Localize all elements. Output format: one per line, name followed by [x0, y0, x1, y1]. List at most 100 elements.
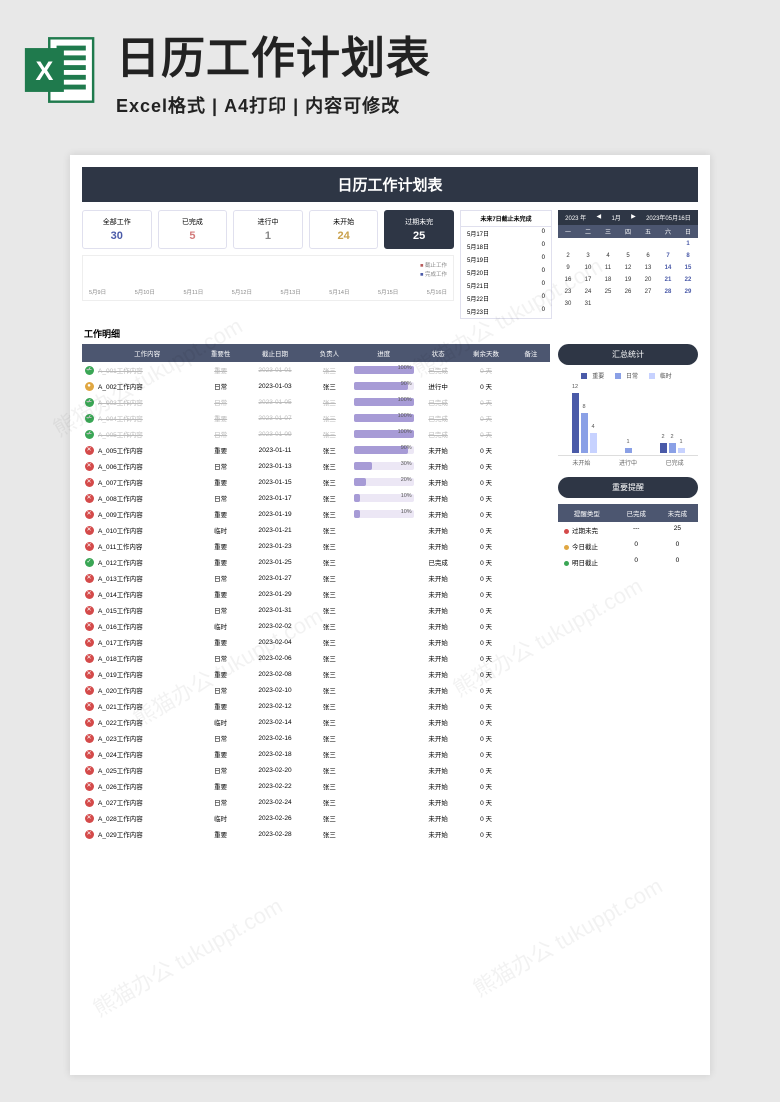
table-row[interactable]: ✕A_007工作内容重要2023-01-15张三20%未开始0 天	[82, 474, 550, 490]
table-row[interactable]: ✕A_026工作内容重要2023-02-22张三未开始0 天	[82, 778, 550, 794]
calendar-day[interactable]: 4	[598, 250, 618, 262]
upcoming-body: 5月17日05月18日05月19日05月20日05月21日05月22日05月23…	[461, 227, 551, 318]
calendar-day[interactable]: 23	[558, 286, 578, 298]
task-table: 工作内容重要性截止日期负责人进度状态剩余天数备注 ✓A_001工作内容重要202…	[82, 344, 550, 842]
summary-xaxis: 未开始进行中已完成	[558, 458, 698, 467]
calendar-day[interactable]: 27	[638, 286, 658, 298]
calendar-prev-icon[interactable]: ◀	[597, 213, 602, 222]
calendar-day[interactable]: 2	[558, 250, 578, 262]
status-icon: ✓	[85, 414, 94, 423]
calendar-day[interactable]: 9	[558, 262, 578, 274]
calendar-day[interactable]: 5	[618, 250, 638, 262]
dashboard-row: 全部工作 30 已完成 5 进行中 1 未开始 24 过期未完 25	[82, 210, 698, 319]
summary-title[interactable]: 汇总统计	[558, 344, 698, 365]
calendar-day[interactable]: 15	[678, 262, 698, 274]
reminder-row: 明日截止00	[558, 554, 698, 570]
reminder-row: 今日截止00	[558, 538, 698, 554]
calendar-day[interactable]: 19	[618, 274, 638, 286]
reminder-title[interactable]: 重要提醒	[558, 477, 698, 498]
calendar-day[interactable]: 24	[578, 286, 598, 298]
table-row[interactable]: ✕A_011工作内容重要2023-01-23张三未开始0 天	[82, 538, 550, 554]
status-icon: ✕	[85, 686, 94, 695]
table-row[interactable]: ✕A_020工作内容日常2023-02-10张三未开始0 天	[82, 682, 550, 698]
upcoming-row: 5月20日0	[461, 266, 551, 279]
table-row[interactable]: ✓A_012工作内容重要2023-01-25张三已完成0 天	[82, 554, 550, 570]
calendar-day[interactable]: 16	[558, 274, 578, 286]
stat-total: 全部工作 30	[82, 210, 152, 249]
table-row[interactable]: ✕A_018工作内容日常2023-02-06张三未开始0 天	[82, 650, 550, 666]
calendar-day[interactable]: 21	[658, 274, 678, 286]
upcoming-row: 5月21日0	[461, 279, 551, 292]
table-row[interactable]: ✕A_025工作内容日常2023-02-20张三未开始0 天	[82, 762, 550, 778]
calendar-day[interactable]: 20	[638, 274, 658, 286]
status-icon: ✕	[85, 526, 94, 535]
stat-notstart: 未开始 24	[309, 210, 379, 249]
calendar-grid: 1234567891011121314151617181920212223242…	[558, 238, 698, 310]
status-icon: ✕	[85, 766, 94, 775]
table-row[interactable]: ●A_002工作内容日常2023-01-03张三90%进行中0 天	[82, 378, 550, 394]
calendar-day[interactable]: 17	[578, 274, 598, 286]
upcoming-row: 5月18日0	[461, 240, 551, 253]
stat-value: 24	[310, 230, 378, 242]
table-row[interactable]: ✕A_029工作内容重要2023-02-28张三未开始0 天	[82, 826, 550, 842]
calendar-day	[558, 238, 578, 250]
table-row[interactable]: ✕A_008工作内容日常2023-01-17张三10%未开始0 天	[82, 490, 550, 506]
table-row[interactable]: ✓A_004工作内容重要2023-01-07张三100%已完成0 天	[82, 410, 550, 426]
table-row[interactable]: ✕A_016工作内容临时2023-02-02张三未开始0 天	[82, 618, 550, 634]
table-row[interactable]: ✕A_013工作内容日常2023-01-27张三未开始0 天	[82, 570, 550, 586]
table-row[interactable]: ✕A_006工作内容日常2023-01-13张三30%未开始0 天	[82, 458, 550, 474]
calendar-day[interactable]: 30	[558, 298, 578, 310]
upcoming-row: 5月23日0	[461, 305, 551, 318]
table-row[interactable]: ✓A_005工作内容日常2023-01-09张三100%已完成0 天	[82, 426, 550, 442]
calendar-day[interactable]: 1	[678, 238, 698, 250]
calendar-day[interactable]: 11	[598, 262, 618, 274]
calendar-day[interactable]: 8	[678, 250, 698, 262]
table-row[interactable]: ✕A_017工作内容重要2023-02-04张三未开始0 天	[82, 634, 550, 650]
calendar-day[interactable]: 6	[638, 250, 658, 262]
status-icon: ✓	[85, 398, 94, 407]
calendar-day[interactable]: 3	[578, 250, 598, 262]
calendar-day[interactable]: 31	[578, 298, 598, 310]
table-row[interactable]: ✕A_022工作内容临时2023-02-14张三未开始0 天	[82, 714, 550, 730]
calendar-day[interactable]: 25	[598, 286, 618, 298]
table-row[interactable]: ✕A_010工作内容临时2023-01-21张三未开始0 天	[82, 522, 550, 538]
table-row[interactable]: ✕A_024工作内容重要2023-02-18张三未开始0 天	[82, 746, 550, 762]
summary-chart: 12841221	[558, 384, 698, 456]
calendar-day[interactable]: 10	[578, 262, 598, 274]
calendar-day[interactable]: 12	[618, 262, 638, 274]
table-row[interactable]: ✕A_021工作内容重要2023-02-12张三未开始0 天	[82, 698, 550, 714]
table-row[interactable]: ✕A_028工作内容临时2023-02-26张三未开始0 天	[82, 810, 550, 826]
status-icon: ✓	[85, 430, 94, 439]
calendar-day[interactable]: 29	[678, 286, 698, 298]
calendar-date: 2023年05月16日	[646, 213, 691, 222]
status-icon: ✕	[85, 830, 94, 839]
calendar-day[interactable]: 28	[658, 286, 678, 298]
table-row[interactable]: ✕A_023工作内容日常2023-02-16张三未开始0 天	[82, 730, 550, 746]
calendar-day[interactable]: 14	[658, 262, 678, 274]
table-row[interactable]: ✕A_014工作内容重要2023-01-29张三未开始0 天	[82, 586, 550, 602]
stat-cards: 全部工作 30 已完成 5 进行中 1 未开始 24 过期未完 25	[82, 210, 454, 249]
status-icon: ✕	[85, 542, 94, 551]
calendar-day[interactable]: 22	[678, 274, 698, 286]
table-row[interactable]: ✓A_003工作内容日常2023-01-05张三100%已完成0 天	[82, 394, 550, 410]
calendar-day	[598, 238, 618, 250]
calendar-next-icon[interactable]: ▶	[631, 213, 636, 222]
calendar-day	[598, 298, 618, 310]
calendar-day[interactable]: 13	[638, 262, 658, 274]
calendar-day[interactable]: 18	[598, 274, 618, 286]
table-row[interactable]: ✕A_015工作内容日常2023-01-31张三未开始0 天	[82, 602, 550, 618]
calendar-day[interactable]: 7	[658, 250, 678, 262]
table-row[interactable]: ✕A_009工作内容重要2023-01-19张三10%未开始0 天	[82, 506, 550, 522]
calendar-day[interactable]: 26	[618, 286, 638, 298]
stat-doing: 进行中 1	[233, 210, 303, 249]
document-paper: 日历工作计划表 全部工作 30 已完成 5 进行中 1 未开始 24	[70, 155, 710, 1075]
table-row[interactable]: ✕A_027工作内容日常2023-02-24张三未开始0 天	[82, 794, 550, 810]
main-row: 工作内容重要性截止日期负责人进度状态剩余天数备注 ✓A_001工作内容重要202…	[82, 344, 698, 842]
table-row[interactable]: ✕A_019工作内容重要2023-02-08张三未开始0 天	[82, 666, 550, 682]
document-title: 日历工作计划表	[82, 167, 698, 202]
stat-value: 1	[234, 230, 302, 242]
status-icon: ✕	[85, 798, 94, 807]
table-row[interactable]: ✓A_001工作内容重要2023-01-01张三100%已完成0 天	[82, 362, 550, 378]
table-row[interactable]: ✕A_005工作内容重要2023-01-11张三90%未开始0 天	[82, 442, 550, 458]
calendar-day	[618, 298, 638, 310]
